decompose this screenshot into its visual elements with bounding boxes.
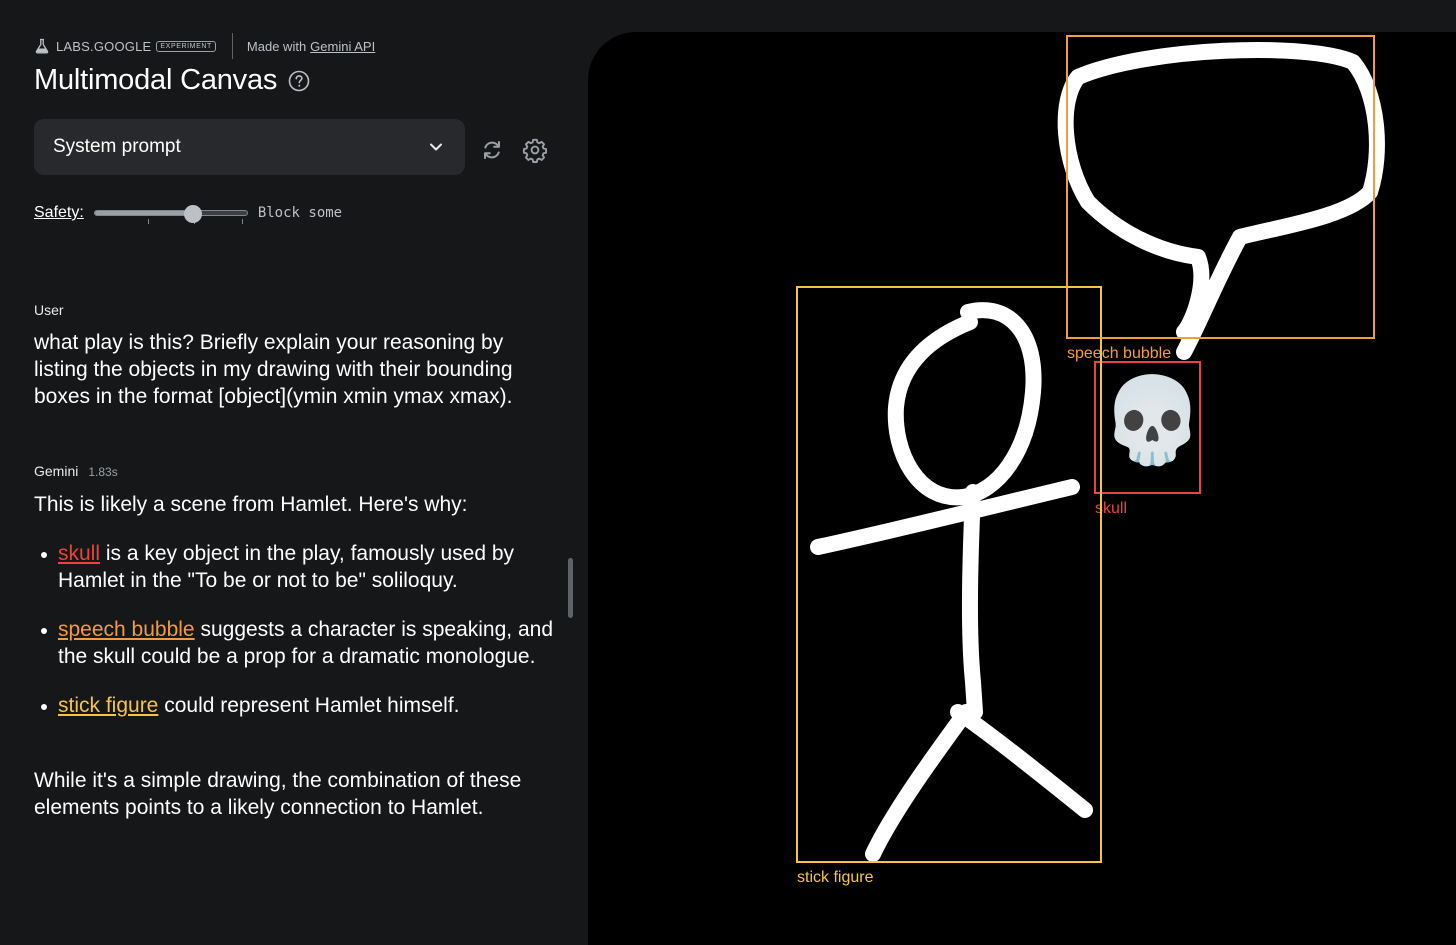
drawing-canvas[interactable]: speech bubble skull 💀 stick figure (588, 32, 1456, 945)
brand-row: LABS.GOOGLE EXPERIMENT Made with Gemini A… (34, 32, 375, 60)
safety-slider[interactable] (93, 203, 248, 224)
response-time: 1.83s (88, 465, 118, 479)
list-item-text: could represent Hamlet himself. (158, 694, 460, 717)
stick-figure-bbox[interactable] (796, 286, 1102, 863)
response-outro: While it's a simple drawing, the combina… (34, 769, 522, 819)
made-with-text: Made with Gemini API (247, 39, 375, 54)
list-item: stick figure could represent Hamlet hims… (41, 692, 568, 719)
speech-bubble-link[interactable]: speech bubble (58, 618, 195, 641)
slider-tick (147, 219, 149, 224)
chat-panel: LABS.GOOGLE EXPERIMENT Made with Gemini A… (0, 0, 588, 945)
user-message: what play is this? Briefly explain your … (34, 331, 513, 408)
slider-thumb[interactable] (183, 205, 202, 223)
divider (231, 33, 233, 59)
made-with-prefix: Made with (246, 38, 307, 54)
gemini-api-link[interactable]: Gemini API (310, 39, 375, 54)
user-label: User (34, 302, 64, 318)
skull-emoji: 💀 (1100, 373, 1205, 467)
scrollbar[interactable] (568, 558, 573, 618)
brand-name[interactable]: LABS.GOOGLE (56, 39, 151, 54)
experiment-badge: EXPERIMENT (156, 40, 216, 52)
title-row: Multimodal Canvas (34, 64, 310, 97)
skull-link[interactable]: skull (58, 542, 100, 565)
safety-row: Safety: Block some (34, 202, 342, 224)
response-list: skull is a key object in the play, famou… (34, 540, 568, 741)
list-item: skull is a key object in the play, famou… (41, 540, 568, 594)
model-header: Gemini 1.83s (34, 463, 118, 479)
system-prompt-dropdown[interactable]: System prompt (34, 119, 465, 175)
flask-icon (35, 38, 49, 54)
safety-value: Block some (257, 205, 343, 221)
chevron-down-icon (430, 143, 442, 151)
refresh-icon[interactable] (479, 137, 505, 163)
page-title: Multimodal Canvas (34, 64, 278, 96)
stick-figure-label: stick figure (797, 869, 874, 886)
help-circle-icon[interactable] (288, 70, 310, 92)
response-intro: This is likely a scene from Hamlet. Here… (34, 493, 468, 516)
gear-icon[interactable] (522, 137, 548, 163)
stick-figure-link[interactable]: stick figure (58, 694, 158, 717)
model-label: Gemini (34, 463, 79, 479)
safety-label[interactable]: Safety: (34, 204, 84, 222)
dropdown-label: System prompt (53, 136, 181, 157)
list-item: speech bubble suggests a character is sp… (41, 616, 568, 670)
slider-tick (241, 219, 243, 224)
slider-fill (94, 211, 194, 215)
list-item-text: is a key object in the play, famously us… (58, 542, 515, 592)
speech-bubble-bbox[interactable] (1066, 35, 1375, 339)
